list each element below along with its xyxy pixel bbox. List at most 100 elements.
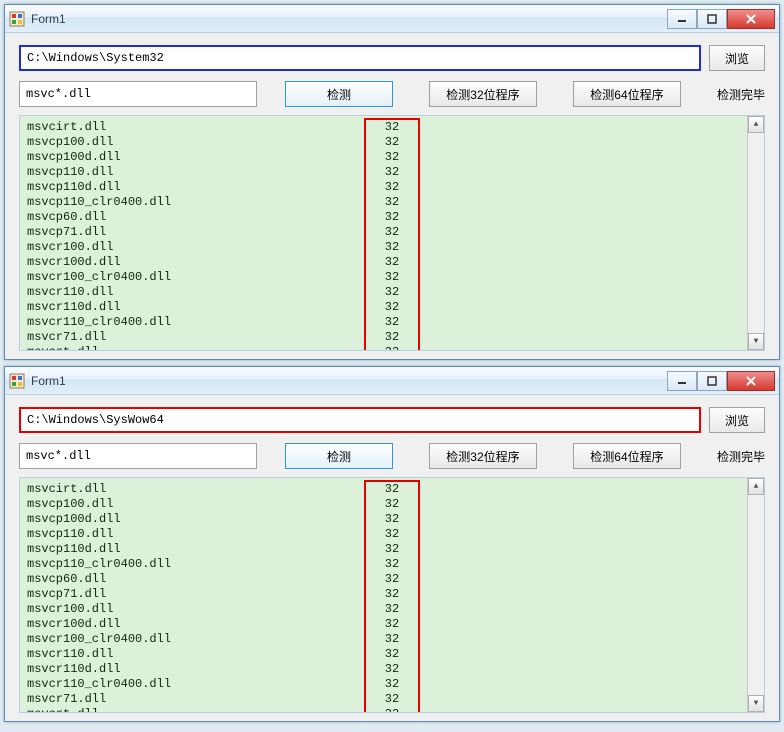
app-icon	[9, 11, 25, 27]
table-row[interactable]: msvcp100d.dll32	[26, 512, 416, 527]
file-name-cell: msvcp100d.dll	[26, 512, 368, 527]
table-row[interactable]: msvcr110.dll32	[26, 285, 416, 300]
app-window: Form1 C:\Windows\SysWow64 浏览 msvc*.dll 检测 检测3…	[4, 366, 780, 722]
path-input[interactable]: C:\Windows\SysWow64	[19, 407, 701, 433]
file-name-cell: msvcr100_clr0400.dll	[26, 270, 368, 285]
scroll-down-icon[interactable]: ▼	[748, 695, 764, 712]
window-title: Form1	[31, 374, 667, 388]
detect-64-button[interactable]: 检测64位程序	[573, 443, 681, 469]
bitness-cell: 32	[368, 617, 416, 632]
table-row[interactable]: msvcirt.dll32	[26, 120, 416, 135]
bitness-cell: 32	[368, 180, 416, 195]
scroll-up-icon[interactable]: ▲	[748, 116, 764, 133]
bitness-cell: 32	[368, 542, 416, 557]
detect-32-button[interactable]: 检测32位程序	[429, 443, 537, 469]
path-row: C:\Windows\SysWow64 浏览	[19, 407, 765, 433]
file-name-cell: msvcp110.dll	[26, 527, 368, 542]
file-name-cell: msvcp110_clr0400.dll	[26, 195, 368, 210]
maximize-button[interactable]	[697, 371, 727, 391]
browse-button[interactable]: 浏览	[709, 407, 765, 433]
table-row[interactable]: msvcrt.dll32	[26, 707, 416, 713]
bitness-cell: 32	[368, 572, 416, 587]
table-row[interactable]: msvcp110.dll32	[26, 527, 416, 542]
file-name-cell: msvcirt.dll	[26, 482, 368, 497]
pattern-input[interactable]: msvc*.dll	[19, 81, 257, 107]
bitness-cell: 32	[368, 300, 416, 315]
scroll-down-icon[interactable]: ▼	[748, 333, 764, 350]
table-row[interactable]: msvcr100.dll32	[26, 602, 416, 617]
table-row[interactable]: msvcr100.dll32	[26, 240, 416, 255]
vertical-scrollbar[interactable]: ▲▼	[747, 116, 764, 350]
file-name-cell: msvcp110d.dll	[26, 180, 368, 195]
file-name-cell: msvcrt.dll	[26, 707, 368, 713]
table-row[interactable]: msvcr110d.dll32	[26, 300, 416, 315]
table-row[interactable]: msvcp110d.dll32	[26, 180, 416, 195]
bitness-cell: 32	[368, 240, 416, 255]
window-controls	[667, 371, 775, 391]
table-row[interactable]: msvcrt.dll32	[26, 345, 416, 351]
titlebar: Form1	[5, 367, 779, 395]
table-row[interactable]: msvcp60.dll32	[26, 210, 416, 225]
path-input[interactable]: C:\Windows\System32	[19, 45, 701, 71]
file-name-cell: msvcr100_clr0400.dll	[26, 632, 368, 647]
table-row[interactable]: msvcr100d.dll32	[26, 255, 416, 270]
table-row[interactable]: msvcp110d.dll32	[26, 542, 416, 557]
bitness-cell: 32	[368, 135, 416, 150]
table-row[interactable]: msvcr71.dll32	[26, 330, 416, 345]
table-row[interactable]: msvcp60.dll32	[26, 572, 416, 587]
table-row[interactable]: msvcp100.dll32	[26, 135, 416, 150]
minimize-button[interactable]	[667, 371, 697, 391]
file-name-cell: msvcirt.dll	[26, 120, 368, 135]
app-icon	[9, 373, 25, 389]
detect-32-button[interactable]: 检测32位程序	[429, 81, 537, 107]
table-row[interactable]: msvcp110_clr0400.dll32	[26, 195, 416, 210]
bitness-cell: 32	[368, 587, 416, 602]
detect-64-button[interactable]: 检测64位程序	[573, 81, 681, 107]
pattern-input[interactable]: msvc*.dll	[19, 443, 257, 469]
client-area: C:\Windows\SysWow64 浏览 msvc*.dll 检测 检测32位程序 检…	[5, 395, 779, 721]
table-row[interactable]: msvcr100_clr0400.dll32	[26, 270, 416, 285]
file-name-cell: msvcr110.dll	[26, 647, 368, 662]
bitness-cell: 32	[368, 255, 416, 270]
file-name-cell: msvcp100.dll	[26, 497, 368, 512]
file-name-cell: msvcr100d.dll	[26, 255, 368, 270]
file-name-cell: msvcp100.dll	[26, 135, 368, 150]
detect-button[interactable]: 检测	[285, 81, 393, 107]
bitness-cell: 32	[368, 150, 416, 165]
close-button[interactable]	[727, 371, 775, 391]
bitness-cell: 32	[368, 497, 416, 512]
table-row[interactable]: msvcp71.dll32	[26, 225, 416, 240]
results-list[interactable]: msvcirt.dll32msvcp100.dll32msvcp100d.dll…	[19, 115, 765, 351]
file-name-cell: msvcr110d.dll	[26, 662, 368, 677]
table-row[interactable]: msvcp100d.dll32	[26, 150, 416, 165]
bitness-cell: 32	[368, 482, 416, 497]
minimize-button[interactable]	[667, 9, 697, 29]
table-row[interactable]: msvcp71.dll32	[26, 587, 416, 602]
scroll-up-icon[interactable]: ▲	[748, 478, 764, 495]
file-name-cell: msvcrt.dll	[26, 345, 368, 351]
bitness-cell: 32	[368, 662, 416, 677]
titlebar: Form1	[5, 5, 779, 33]
detect-button[interactable]: 检测	[285, 443, 393, 469]
bitness-cell: 32	[368, 330, 416, 345]
browse-button[interactable]: 浏览	[709, 45, 765, 71]
close-button[interactable]	[727, 9, 775, 29]
bitness-cell: 32	[368, 677, 416, 692]
file-name-cell: msvcp60.dll	[26, 210, 368, 225]
results-list[interactable]: msvcirt.dll32msvcp100.dll32msvcp100d.dll…	[19, 477, 765, 713]
table-row[interactable]: msvcr110_clr0400.dll32	[26, 315, 416, 330]
vertical-scrollbar[interactable]: ▲▼	[747, 478, 764, 712]
table-row[interactable]: msvcr110.dll32	[26, 647, 416, 662]
table-row[interactable]: msvcr71.dll32	[26, 692, 416, 707]
table-row[interactable]: msvcr100_clr0400.dll32	[26, 632, 416, 647]
filter-row: msvc*.dll检测检测32位程序检测64位程序检测完毕	[19, 81, 765, 107]
table-row[interactable]: msvcp100.dll32	[26, 497, 416, 512]
table-row[interactable]: msvcp110.dll32	[26, 165, 416, 180]
file-name-cell: msvcr71.dll	[26, 330, 368, 345]
maximize-button[interactable]	[697, 9, 727, 29]
table-row[interactable]: msvcr110_clr0400.dll32	[26, 677, 416, 692]
table-row[interactable]: msvcr100d.dll32	[26, 617, 416, 632]
table-row[interactable]: msvcirt.dll32	[26, 482, 416, 497]
table-row[interactable]: msvcr110d.dll32	[26, 662, 416, 677]
table-row[interactable]: msvcp110_clr0400.dll32	[26, 557, 416, 572]
